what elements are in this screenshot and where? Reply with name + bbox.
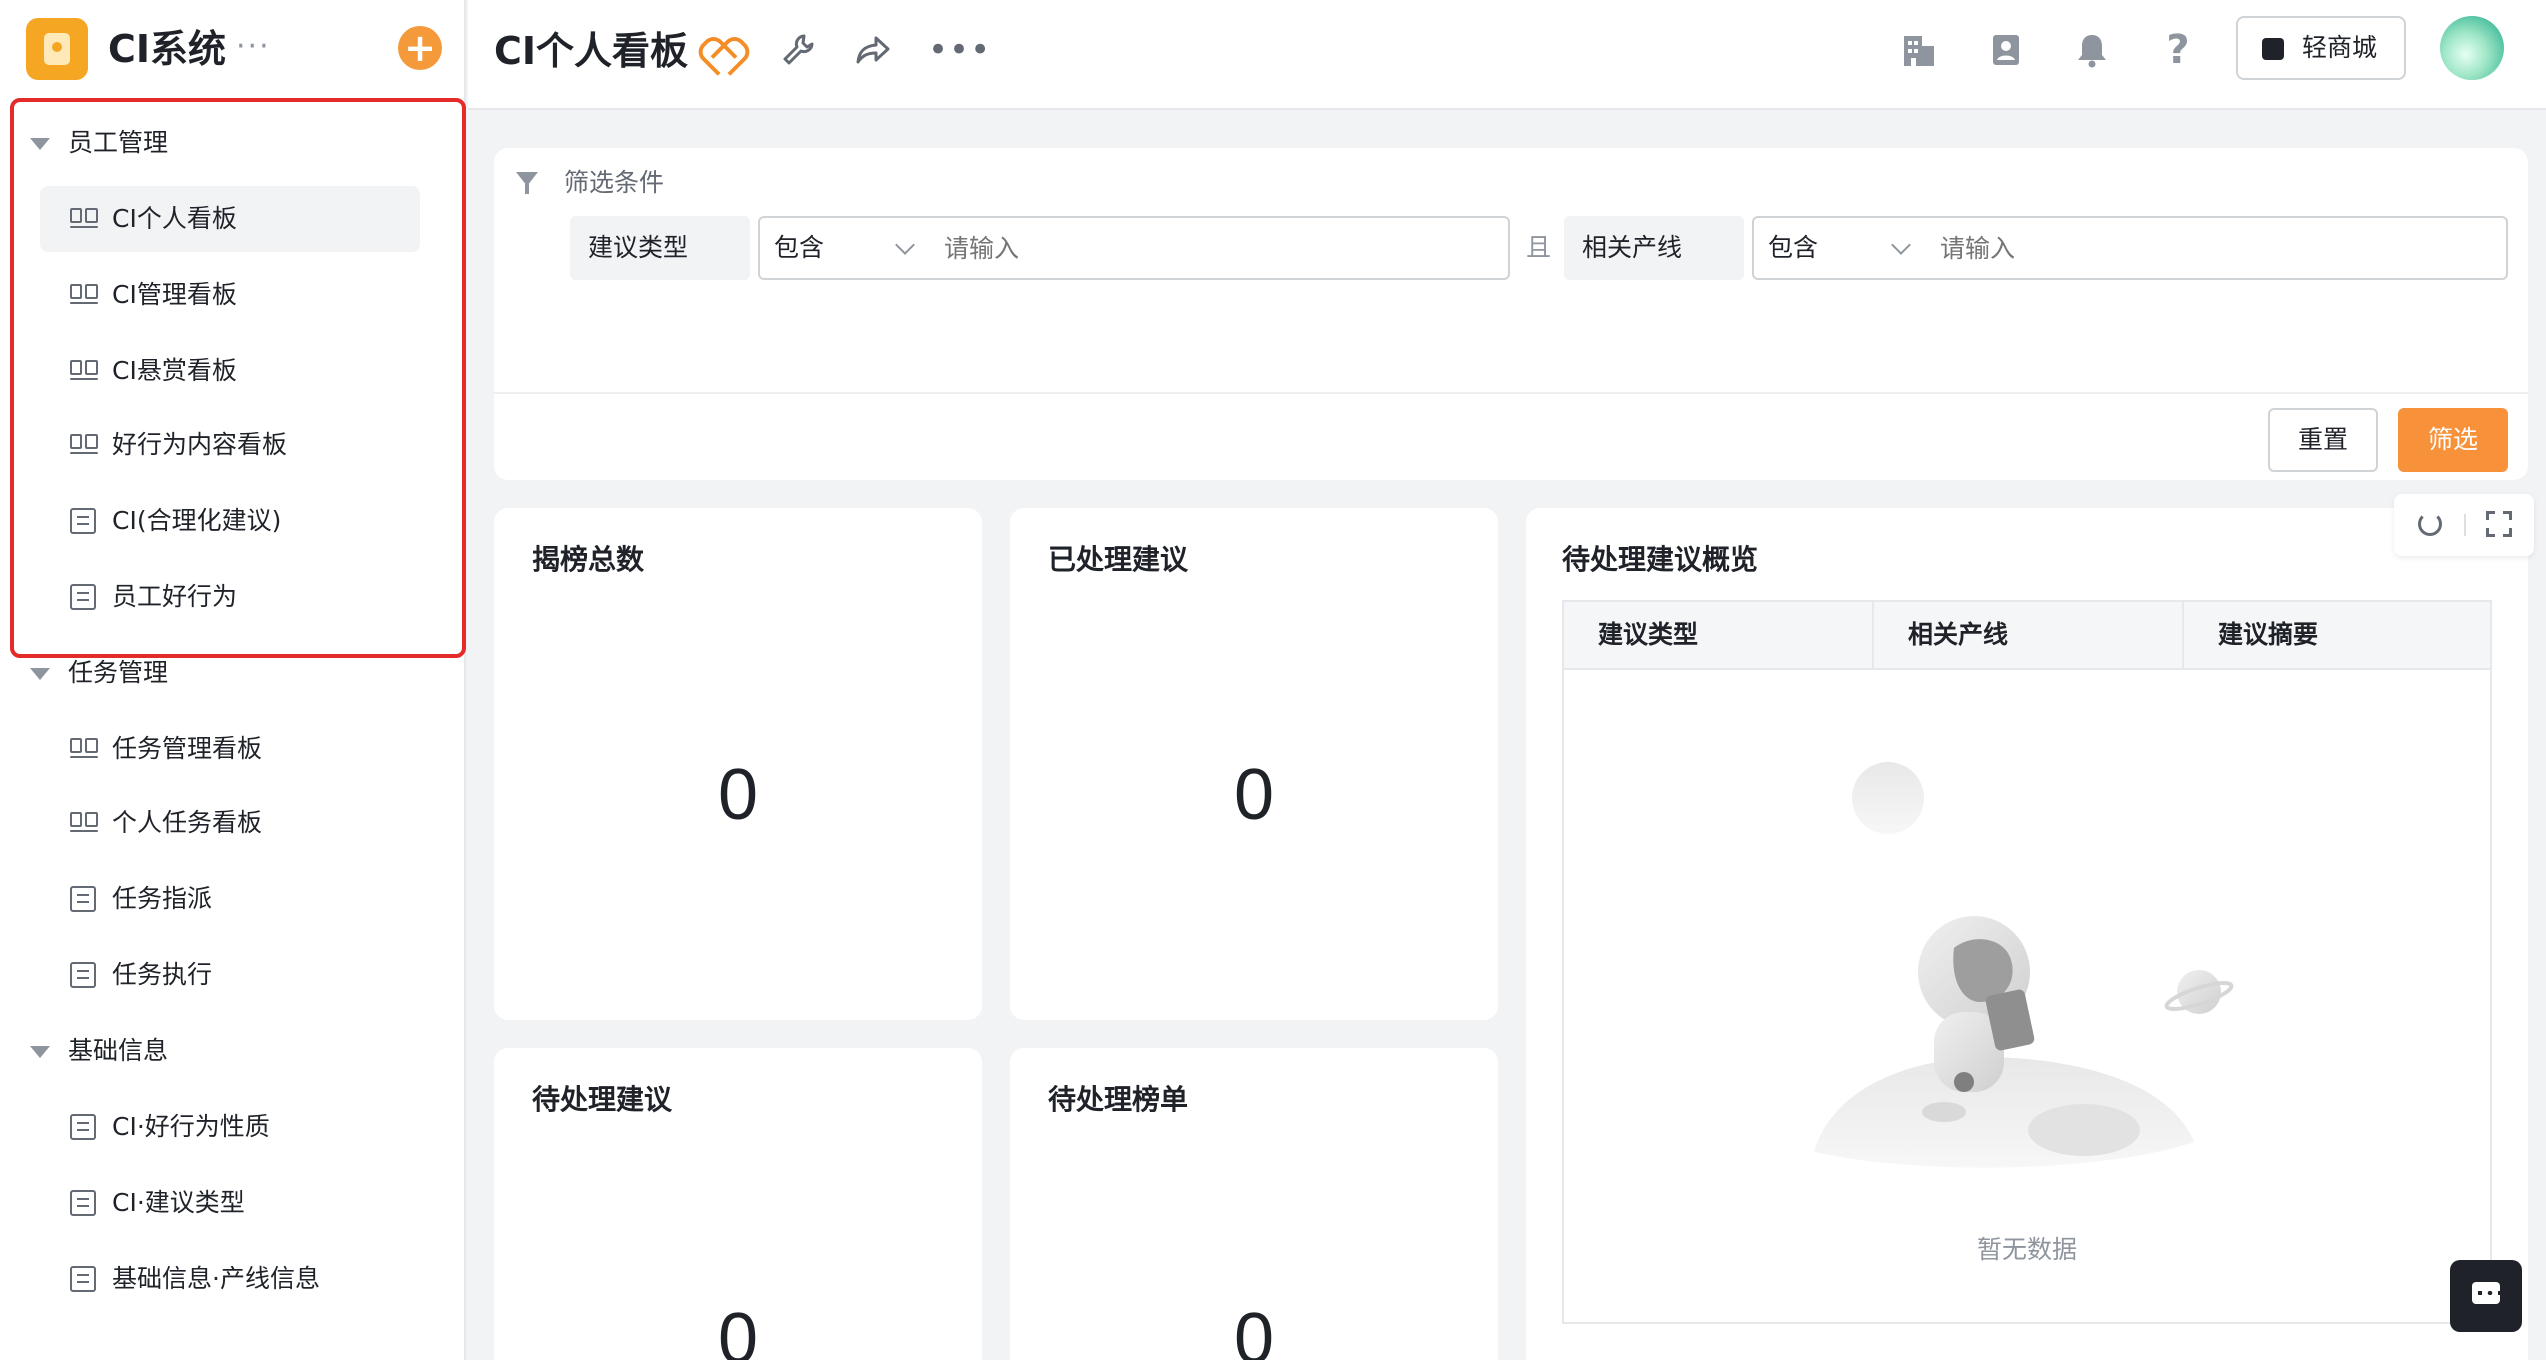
filter-button[interactable]: 筛选 xyxy=(2398,408,2508,472)
filter-joiner: 且 xyxy=(1526,233,1552,262)
filter-field-suggestion-type: 建议类型 xyxy=(570,216,750,280)
stat-card-title: 待处理建议 xyxy=(532,1083,673,1116)
form-icon xyxy=(70,1266,96,1292)
filter-title: 筛选条件 xyxy=(564,168,665,197)
filter-icon xyxy=(516,170,542,196)
filter-operator-select[interactable]: 包含 xyxy=(1752,216,1926,280)
store-button[interactable]: 轻商城 xyxy=(2236,16,2406,80)
filter-operator-value: 包含 xyxy=(1768,233,1819,262)
sidebar-item-production-line-info[interactable]: 基础信息·产线信息 xyxy=(40,1246,420,1312)
form-icon xyxy=(70,886,96,912)
filter-operator-select[interactable]: 包含 xyxy=(758,216,930,280)
sidebar-item-label: 个人任务看板 xyxy=(112,808,263,837)
share-icon[interactable] xyxy=(854,30,894,70)
filter-input-production-line[interactable] xyxy=(1924,216,2508,280)
bell-icon[interactable] xyxy=(2072,30,2112,70)
group-header-basic-info[interactable]: 基础信息 xyxy=(30,1026,430,1076)
contacts-icon[interactable] xyxy=(1986,30,2026,70)
stat-card-title: 待处理榜单 xyxy=(1048,1083,1189,1116)
stat-card-processed-suggestions: 已处理建议 0 xyxy=(1010,508,1498,1020)
chevron-down-icon xyxy=(1891,235,1911,255)
sidebar-item-label: 任务执行 xyxy=(112,960,213,989)
pending-suggestions-panel: 待处理建议概览 建议类型 相关产线 建议摘要 暂无数据 xyxy=(1526,494,2534,1360)
page-title: CI个人看板 xyxy=(494,29,689,73)
sidebar-item-label: CI·好行为性质 xyxy=(112,1112,270,1141)
sidebar: CI系统 ··· + 员工管理 CI个人看板 CI管理看板 CI悬赏看板 好行为… xyxy=(0,0,466,1360)
form-icon xyxy=(70,1114,96,1140)
filter-input-suggestion-type[interactable] xyxy=(928,216,1510,280)
filter-field-production-line: 相关产线 xyxy=(1564,216,1744,280)
help-icon[interactable]: ? xyxy=(2158,30,2198,70)
sidebar-item-task-assign[interactable]: 任务指派 xyxy=(40,866,420,932)
empty-state-astronaut-icon xyxy=(1814,762,2234,1168)
form-icon xyxy=(70,1190,96,1216)
sidebar-item-ci-suggestion-type[interactable]: CI·建议类型 xyxy=(40,1170,420,1236)
empty-state-text: 暂无数据 xyxy=(1976,1235,2077,1264)
column-header-summary[interactable]: 建议摘要 xyxy=(2184,602,2490,668)
caret-down-icon xyxy=(30,668,50,680)
avatar[interactable] xyxy=(2440,16,2504,80)
board-icon xyxy=(70,812,98,836)
group-label: 基础信息 xyxy=(68,1036,169,1065)
stat-card-value: 0 xyxy=(717,1299,759,1360)
fullscreen-icon[interactable] xyxy=(2486,511,2512,537)
column-header-production-line[interactable]: 相关产线 xyxy=(1874,602,2184,668)
favorite-heart-icon[interactable] xyxy=(700,30,740,70)
stat-card-value: 0 xyxy=(717,755,759,835)
panel-title: 待处理建议概览 xyxy=(1562,543,1759,576)
sidebar-item-label: CI·建议类型 xyxy=(112,1188,245,1217)
sidebar-item-ci-behavior-nature[interactable]: CI·好行为性质 xyxy=(40,1094,420,1160)
stat-card-value: 0 xyxy=(1233,1299,1275,1360)
sidebar-item-task-execute[interactable]: 任务执行 xyxy=(40,942,420,1008)
stat-card-title: 揭榜总数 xyxy=(532,543,645,576)
divider xyxy=(2464,514,2466,536)
stat-card-total-bounties: 揭榜总数 0 xyxy=(494,508,982,1020)
reset-button[interactable]: 重置 xyxy=(2268,408,2378,472)
divider xyxy=(494,392,2528,394)
building-icon[interactable] xyxy=(1898,30,1938,70)
store-button-label: 轻商城 xyxy=(2302,33,2378,62)
table-header: 建议类型 相关产线 建议摘要 xyxy=(1564,602,2490,670)
highlight-box xyxy=(10,98,466,658)
stat-card-value: 0 xyxy=(1233,755,1275,835)
sidebar-item-label: 任务管理看板 xyxy=(112,734,263,763)
app-logo-icon xyxy=(26,18,88,80)
group-label: 任务管理 xyxy=(68,658,169,687)
sidebar-item-label: 任务指派 xyxy=(112,884,213,913)
filter-panel: 筛选条件 建议类型 包含 且 相关产线 包含 重置 筛选 xyxy=(494,148,2528,480)
add-icon[interactable]: + xyxy=(398,26,442,70)
data-table: 建议类型 相关产线 建议摘要 暂无数据 xyxy=(1562,600,2492,1324)
stat-card-title: 已处理建议 xyxy=(1048,543,1189,576)
chat-button[interactable] xyxy=(2450,1260,2522,1332)
sidebar-item-personal-task-board[interactable]: 个人任务看板 xyxy=(40,790,420,856)
wrench-icon[interactable] xyxy=(778,30,818,70)
topbar: CI个人看板 ••• ? 轻商城 xyxy=(468,0,2546,110)
more-icon[interactable]: ••• xyxy=(928,30,990,70)
caret-down-icon xyxy=(30,1046,50,1058)
stat-card-pending-bounties: 待处理榜单 0 xyxy=(1010,1048,1498,1360)
chevron-down-icon xyxy=(895,235,915,255)
sidebar-item-label: 基础信息·产线信息 xyxy=(112,1264,320,1293)
stat-card-pending-suggestions: 待处理建议 0 xyxy=(494,1048,982,1360)
form-icon xyxy=(70,962,96,988)
refresh-icon[interactable] xyxy=(2418,512,2442,536)
app-title: CI系统 xyxy=(108,27,227,71)
panel-toolbar xyxy=(2394,494,2534,556)
filter-operator-value: 包含 xyxy=(774,233,825,262)
column-header-suggestion-type[interactable]: 建议类型 xyxy=(1564,602,1874,668)
app-header: CI系统 ··· + xyxy=(0,0,466,100)
board-icon xyxy=(70,738,98,762)
sidebar-item-task-management-board[interactable]: 任务管理看板 xyxy=(40,716,420,782)
puzzle-icon xyxy=(2262,38,2284,60)
app-more-icon[interactable]: ··· xyxy=(236,22,271,72)
